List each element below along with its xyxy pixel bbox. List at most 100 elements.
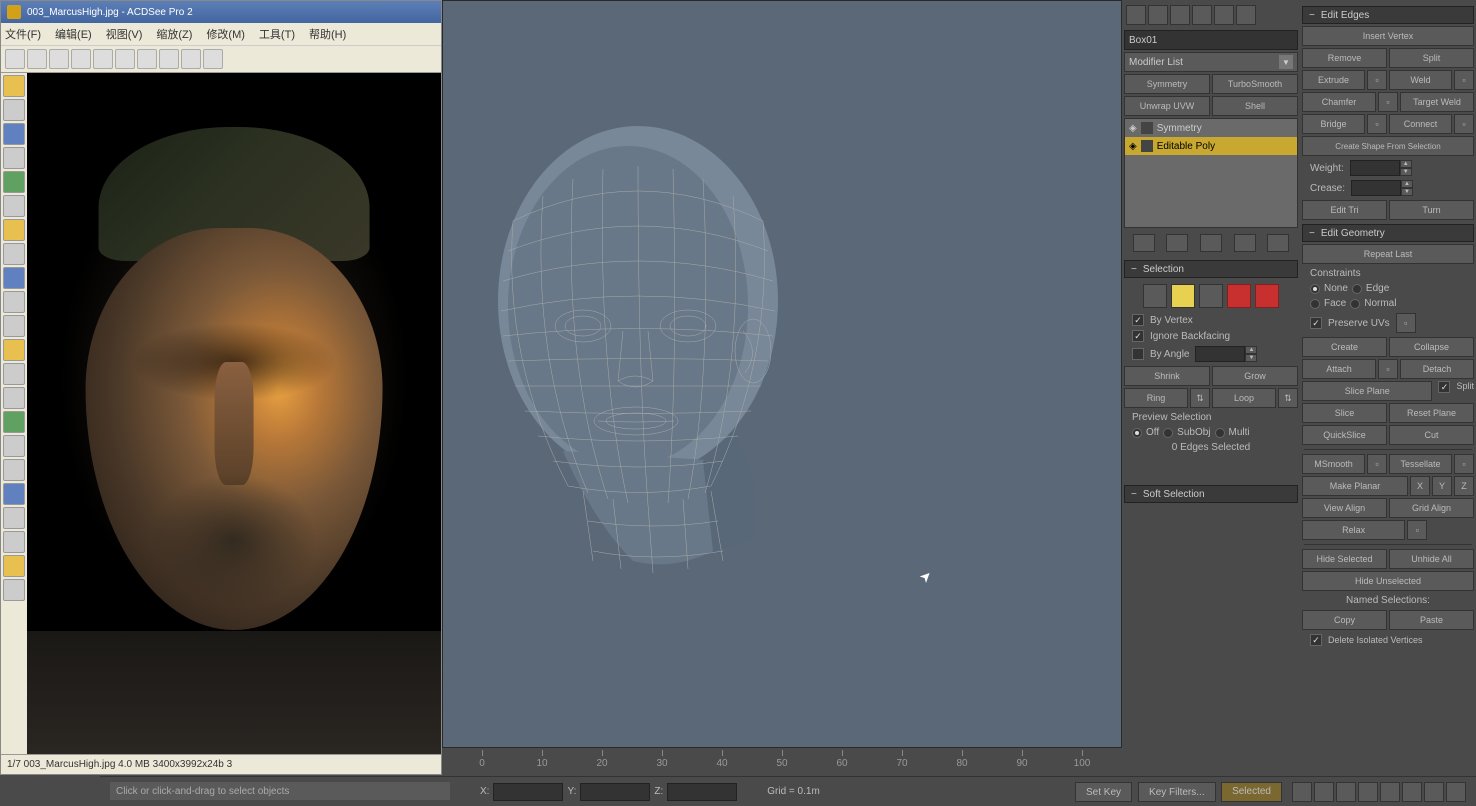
tb-save-icon[interactable] [71, 49, 91, 69]
sb-tool8-icon[interactable] [3, 267, 25, 289]
sb-tool20-icon[interactable] [3, 555, 25, 577]
show-end-result-icon[interactable] [1166, 234, 1188, 252]
sb-tool5-icon[interactable] [3, 195, 25, 217]
detach-button[interactable]: Detach [1400, 359, 1474, 379]
planar-x-button[interactable]: X [1410, 476, 1430, 496]
selection-rollout-header[interactable]: Selection [1124, 260, 1298, 278]
reference-image-viewport[interactable] [27, 73, 441, 754]
copy-selection-button[interactable]: Copy [1302, 610, 1387, 630]
edit-tri-button[interactable]: Edit Tri [1302, 200, 1387, 220]
tb-info-icon[interactable] [181, 49, 201, 69]
sb-folder-icon[interactable] [3, 75, 25, 97]
create-button[interactable]: Create [1302, 337, 1387, 357]
target-weld-button[interactable]: Target Weld [1400, 92, 1474, 112]
pin-stack-icon[interactable] [1133, 234, 1155, 252]
edit-geometry-rollout-header[interactable]: Edit Geometry [1302, 224, 1474, 242]
sb-tool7-icon[interactable] [3, 243, 25, 265]
edge-subobj-icon[interactable] [1171, 284, 1195, 308]
sb-tool19-icon[interactable] [3, 531, 25, 553]
nav-min-max-icon[interactable] [1446, 782, 1466, 802]
extrude-button[interactable]: Extrude [1302, 70, 1365, 90]
weight-spinner[interactable] [1350, 160, 1400, 176]
unwrap-uvw-button[interactable]: Unwrap UVW [1124, 96, 1210, 116]
sb-tool12-icon[interactable] [3, 363, 25, 385]
sb-tool1-icon[interactable] [3, 99, 25, 121]
slice-plane-button[interactable]: Slice Plane [1302, 381, 1432, 401]
weld-settings-icon[interactable]: ▫ [1454, 70, 1474, 90]
tessellate-settings-icon[interactable]: ▫ [1454, 454, 1474, 474]
ignore-backfacing-checkbox[interactable] [1132, 330, 1144, 342]
3dsmax-viewport[interactable] [442, 0, 1122, 748]
timeline[interactable]: 0 10 20 30 40 50 60 70 80 90 100 [442, 750, 1122, 776]
constraint-edge-radio[interactable] [1352, 284, 1362, 294]
z-coord-input[interactable] [667, 783, 737, 801]
chamfer-button[interactable]: Chamfer [1302, 92, 1376, 112]
sb-tool2-icon[interactable] [3, 123, 25, 145]
nav-arc-rotate-icon[interactable] [1358, 782, 1378, 802]
sb-tool10-icon[interactable] [3, 315, 25, 337]
nav-pan-icon[interactable] [1336, 782, 1356, 802]
loop-button[interactable]: Loop [1212, 388, 1276, 408]
object-name-field[interactable]: Box01 [1124, 30, 1298, 50]
border-subobj-icon[interactable] [1199, 284, 1223, 308]
hide-selected-button[interactable]: Hide Selected [1302, 549, 1387, 569]
turbosmooth-button[interactable]: TurboSmooth [1212, 74, 1298, 94]
by-vertex-checkbox[interactable] [1132, 314, 1144, 326]
constraint-face-radio[interactable] [1310, 299, 1320, 309]
grow-button[interactable]: Grow [1212, 366, 1298, 386]
utilities-tab-icon[interactable] [1236, 5, 1256, 25]
collapse-button[interactable]: Collapse [1389, 337, 1474, 357]
sb-tool21-icon[interactable] [3, 579, 25, 601]
by-angle-checkbox[interactable] [1132, 348, 1144, 360]
soft-selection-rollout-header[interactable]: Soft Selection [1124, 485, 1298, 503]
menu-zoom[interactable]: 缩放(Z) [156, 26, 192, 42]
hide-unselected-button[interactable]: Hide Unselected [1302, 571, 1474, 591]
create-tab-icon[interactable] [1126, 5, 1146, 25]
constraint-normal-radio[interactable] [1350, 299, 1360, 309]
tb-delete-icon[interactable] [115, 49, 135, 69]
bridge-button[interactable]: Bridge [1302, 114, 1365, 134]
menu-view[interactable]: 视图(V) [106, 26, 143, 42]
cut-button[interactable]: Cut [1389, 425, 1474, 445]
repeat-last-button[interactable]: Repeat Last [1302, 244, 1474, 264]
preview-off-radio[interactable] [1132, 428, 1142, 438]
quickslice-button[interactable]: QuickSlice [1302, 425, 1387, 445]
modifier-symmetry[interactable]: ◈ Symmetry [1125, 119, 1297, 137]
slice-button[interactable]: Slice [1302, 403, 1387, 423]
sb-tool6-icon[interactable] [3, 219, 25, 241]
menu-help[interactable]: 帮助(H) [309, 26, 346, 42]
grid-align-button[interactable]: Grid Align [1389, 498, 1474, 518]
menu-tools[interactable]: 工具(T) [259, 26, 295, 42]
tb-up-icon[interactable] [49, 49, 69, 69]
nav-zoom-all-icon[interactable] [1314, 782, 1334, 802]
display-tab-icon[interactable] [1214, 5, 1234, 25]
motion-tab-icon[interactable] [1192, 5, 1212, 25]
sb-tool13-icon[interactable] [3, 387, 25, 409]
selected-button[interactable]: Selected [1221, 782, 1282, 802]
delete-isolated-checkbox[interactable] [1310, 634, 1322, 646]
shrink-button[interactable]: Shrink [1124, 366, 1210, 386]
extrude-settings-icon[interactable]: ▫ [1367, 70, 1387, 90]
modify-tab-icon[interactable] [1148, 5, 1168, 25]
msmooth-settings-icon[interactable]: ▫ [1367, 454, 1387, 474]
ring-button[interactable]: Ring [1124, 388, 1188, 408]
create-shape-button[interactable]: Create Shape From Selection [1302, 136, 1474, 156]
polygon-subobj-icon[interactable] [1227, 284, 1251, 308]
preview-subobj-radio[interactable] [1163, 428, 1173, 438]
msmooth-button[interactable]: MSmooth [1302, 454, 1365, 474]
bridge-settings-icon[interactable]: ▫ [1367, 114, 1387, 134]
configure-sets-icon[interactable] [1267, 234, 1289, 252]
relax-button[interactable]: Relax [1302, 520, 1405, 540]
modifier-stack[interactable]: ◈ Symmetry ◈ Editable Poly [1124, 118, 1298, 228]
tb-back-icon[interactable] [5, 49, 25, 69]
relax-settings-icon[interactable]: ▫ [1407, 520, 1427, 540]
x-coord-input[interactable] [493, 783, 563, 801]
sb-tool3-icon[interactable] [3, 147, 25, 169]
sb-tool4-icon[interactable] [3, 171, 25, 193]
make-planar-button[interactable]: Make Planar [1302, 476, 1408, 496]
planar-z-button[interactable]: Z [1454, 476, 1474, 496]
menu-file[interactable]: 文件(F) [5, 26, 41, 42]
preview-multi-radio[interactable] [1215, 428, 1225, 438]
y-coord-input[interactable] [580, 783, 650, 801]
insert-vertex-button[interactable]: Insert Vertex [1302, 26, 1474, 46]
